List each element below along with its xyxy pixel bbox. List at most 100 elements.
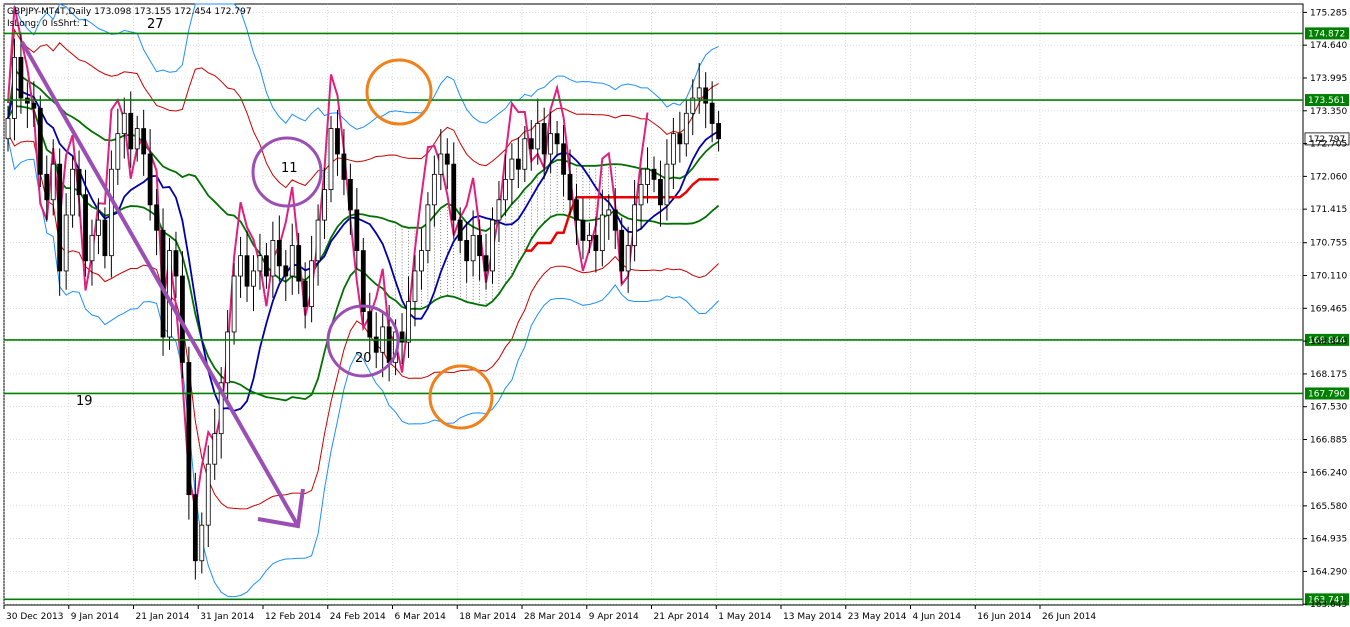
y-tick-label: 164.935 [1310, 535, 1347, 545]
candle-body [257, 255, 263, 272]
x-tick-label: 9 Apr 2014 [589, 612, 639, 622]
x-tick-label: 4 Jun 2014 [913, 612, 962, 622]
candle-body [567, 173, 573, 201]
candle-body [425, 204, 431, 252]
candle-body [612, 209, 618, 231]
x-tick-label: 26 Jun 2014 [1042, 612, 1096, 622]
x-tick-label: 30 Dec 2013 [6, 612, 64, 622]
y-tick-label: 174.640 [1310, 41, 1347, 51]
candle-body [580, 219, 586, 241]
candle-body [554, 133, 560, 145]
y-tick-label: 169.465 [1310, 304, 1347, 314]
candle-body [503, 179, 508, 201]
candle-body [18, 56, 24, 99]
candle-body [347, 179, 353, 211]
candle-body [457, 219, 463, 241]
candle-body [322, 189, 327, 221]
candle-body [625, 245, 631, 272]
candle-body [89, 234, 95, 262]
level-price-label: 173.561 [1308, 96, 1345, 106]
candle-body [677, 133, 683, 145]
candle-body [470, 234, 476, 262]
candle-body [645, 168, 650, 185]
candle-body [186, 362, 192, 496]
candle-body [561, 143, 566, 175]
candle-body [205, 463, 211, 526]
y-tick-label: 166.240 [1310, 468, 1347, 478]
candle [360, 237, 366, 325]
candle-body [464, 240, 470, 262]
y-tick-label: 168.820 [1310, 337, 1347, 347]
candle-body [37, 107, 43, 175]
candle-body [451, 163, 457, 221]
y-tick-label: 172.060 [1310, 172, 1347, 182]
candle-body [192, 494, 198, 562]
candle-body [658, 179, 663, 206]
candle-body [606, 209, 612, 216]
candle-body [31, 102, 37, 109]
level-price-label: 174.872 [1308, 29, 1345, 39]
candle-body [83, 194, 88, 262]
candle-body [141, 128, 147, 155]
y-tick-label: 168.175 [1310, 370, 1347, 380]
candle-body [438, 153, 444, 175]
y-tick-label: 173.995 [1310, 74, 1347, 84]
candle-body [709, 102, 715, 124]
candle-body [289, 245, 295, 277]
candle-body [599, 214, 605, 252]
candle-body [535, 123, 541, 150]
candle-body [283, 265, 289, 277]
candle-body [199, 524, 205, 562]
chart-container: 174.872 173.561 168.844 167.790 163.741 172.7… [0, 0, 1350, 627]
candle-body [360, 250, 366, 313]
x-tick-label: 1 May 2014 [718, 612, 771, 622]
candle-body [63, 214, 69, 272]
candle-body [716, 123, 721, 140]
y-tick-label: 172.705 [1310, 140, 1347, 150]
candle [37, 95, 43, 188]
candle-body [244, 255, 250, 287]
candle-body [683, 112, 689, 145]
candle-body [406, 301, 411, 343]
candle [160, 208, 166, 356]
candle-body [419, 250, 424, 272]
candle [186, 346, 192, 520]
candle-body [108, 168, 114, 257]
y-tick-label: 163.645 [1310, 600, 1347, 610]
y-tick-label: 165.580 [1310, 502, 1347, 512]
candle-body [412, 270, 418, 302]
price-chart: 174.872173.561168.844167.790163.741172.7… [0, 0, 1350, 627]
candle-body [483, 255, 489, 272]
candle-body [70, 168, 75, 216]
candle-body [496, 199, 502, 221]
y-tick-label: 170.110 [1310, 272, 1347, 282]
y-tick-label: 167.530 [1310, 403, 1347, 413]
candle-body [509, 158, 515, 180]
candle-body [154, 204, 159, 231]
candle-body [587, 234, 592, 241]
candle-body [619, 229, 625, 272]
label-19: 19 [76, 394, 93, 409]
candle-body [651, 168, 657, 180]
x-tick-label: 23 May 2014 [848, 612, 907, 622]
candle-body [128, 112, 134, 150]
candle-body [664, 163, 670, 206]
candle-body [44, 173, 50, 201]
x-tick-label: 13 May 2014 [783, 612, 842, 622]
level-price-label: 167.790 [1308, 389, 1345, 399]
candle-body [134, 128, 140, 150]
candle-body [477, 234, 482, 257]
x-tick-label: 21 Apr 2014 [654, 612, 710, 622]
candle-body [354, 209, 360, 252]
candle-body [703, 87, 709, 104]
x-tick-label: 12 Feb 2014 [265, 612, 321, 622]
label-11: 11 [281, 161, 298, 176]
x-tick-label: 16 Jun 2014 [977, 612, 1031, 622]
candle-body [57, 163, 63, 272]
candle-body [263, 255, 269, 277]
candle-body [270, 240, 276, 277]
candle-body [115, 133, 121, 170]
candle-body [167, 250, 172, 338]
x-tick-label: 28 Mar 2014 [524, 612, 581, 622]
candle-body [212, 433, 218, 465]
